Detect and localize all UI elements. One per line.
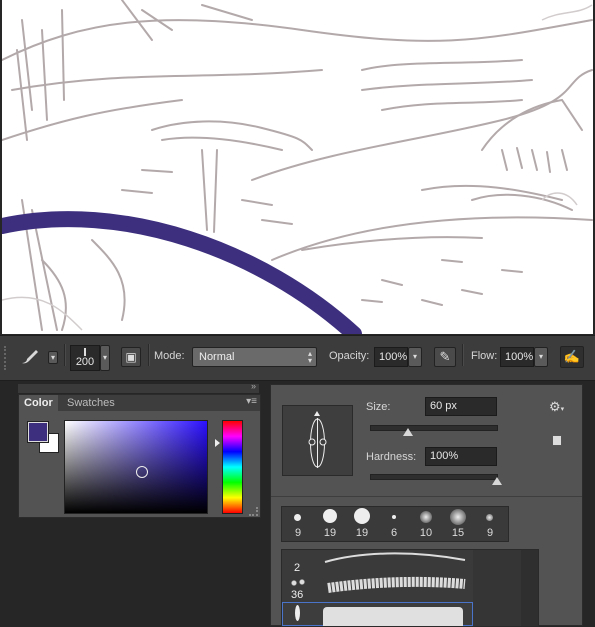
scatter-brush-icon [288,578,308,588]
preset-tip[interactable]: 10 [410,507,442,541]
panel-menu-icon[interactable]: ▾≡ [246,397,257,407]
preset-size-label: 10 [419,527,433,539]
blend-mode-value: Normal [199,351,235,363]
brush-list-item[interactable]: 36 [282,576,473,602]
opacity-label: Opacity: [329,350,370,362]
preset-tip[interactable]: 6 [378,507,410,541]
preset-size-label: 15 [451,527,465,539]
tool-preset-dropdown[interactable]: ▾ [48,351,58,364]
brush-picker-dropdown[interactable]: ▾ [100,345,110,371]
sketch-artwork [2,0,593,334]
brush-list-scrollbar[interactable] [473,550,521,626]
brush-stroke-preview [323,607,463,626]
color-picker-ring[interactable] [136,466,148,478]
select-arrows-icon: ▴ ▾ [307,349,312,365]
tab-color[interactable]: Color [19,395,58,411]
brush-preset-panel: Size: 60 px Hardness: 100% ⚙▾ 9 19 19 6 … [270,384,583,627]
preset-tip[interactable]: 9 [282,507,314,541]
options-bar-grip[interactable] [4,346,10,370]
preset-size-label: 6 [390,527,398,539]
brush-tip-icon [295,605,300,621]
preset-size-label: 19 [355,527,369,539]
foreground-color-swatch[interactable] [27,421,49,443]
mode-label: Mode: [154,350,185,362]
preset-tip[interactable]: 19 [346,507,378,541]
collapse-panel-icon[interactable]: » [251,381,256,391]
blend-mode-select[interactable]: Normal ▴ ▾ [192,347,317,367]
brush-presets-row: 9 19 19 6 10 15 9 [281,506,509,542]
pressure-opacity-icon[interactable]: ✎ [434,347,456,367]
preset-size-label: 9 [294,527,302,539]
size-slider[interactable] [370,425,498,436]
size-label: Size: [366,401,391,413]
hardness-label: Hardness: [366,451,417,463]
brush-tip-icon [84,348,86,356]
size-slider-thumb[interactable] [402,428,413,436]
color-field[interactable] [64,420,208,514]
brush-list[interactable]: 2 36 [281,549,539,627]
hue-spectrum-slider[interactable] [222,420,243,514]
brush-panel-toggle-icon[interactable]: ▣ [121,347,141,367]
opacity-input[interactable]: 100% [374,347,408,367]
hardness-input[interactable]: 100% [425,447,497,466]
opacity-dropdown[interactable]: ▾ [408,347,422,367]
tool-options-bar: ▾ 200 ▾ ▣ Mode: Normal ▴ ▾ Opacity: 100% … [0,335,595,381]
gear-icon[interactable]: ⚙▾ [549,399,564,415]
airbrush-icon[interactable]: ✍ [560,346,584,368]
brush-tool-icon[interactable] [18,347,46,367]
tab-swatches[interactable]: Swatches [62,395,120,411]
preset-size-label: 9 [486,527,494,539]
preset-tip[interactable]: 9 [474,507,506,541]
panel-dock-header: » [18,381,259,393]
flow-input[interactable]: 100% [500,347,534,367]
preset-tip[interactable]: 15 [442,507,474,541]
brush-stroke-preview [324,552,466,563]
brush-stroke-preview [327,576,466,593]
brush-list-scrollbar-track[interactable] [521,550,538,626]
preset-tip[interactable]: 19 [314,507,346,541]
brush-list-item-selected[interactable] [282,602,473,626]
hardness-slider[interactable] [370,474,502,485]
color-panel-tabs: Color Swatches ▾≡ [19,395,260,411]
preset-size-label: 19 [323,527,337,539]
brush-tip-preview[interactable] [282,405,353,476]
flow-dropdown[interactable]: ▾ [534,347,548,367]
brush-list-item[interactable]: 2 [282,550,473,576]
hue-slider-handle[interactable] [215,439,220,447]
brush-size-label: 2 [294,562,301,574]
brush-size-preview[interactable]: 200 [70,345,100,371]
document-canvas[interactable] [2,0,593,334]
resize-grip-icon[interactable] [249,507,258,516]
brush-size-label: 36 [291,589,304,601]
brush-size-value: 200 [75,356,95,368]
flow-label: Flow: [471,350,498,362]
new-preset-icon[interactable] [552,435,562,446]
color-panel: Color Swatches ▾≡ [18,394,261,518]
hardness-slider-thumb[interactable] [492,477,502,485]
brush-angle-icon [308,411,327,468]
size-input[interactable]: 60 px [425,397,497,416]
